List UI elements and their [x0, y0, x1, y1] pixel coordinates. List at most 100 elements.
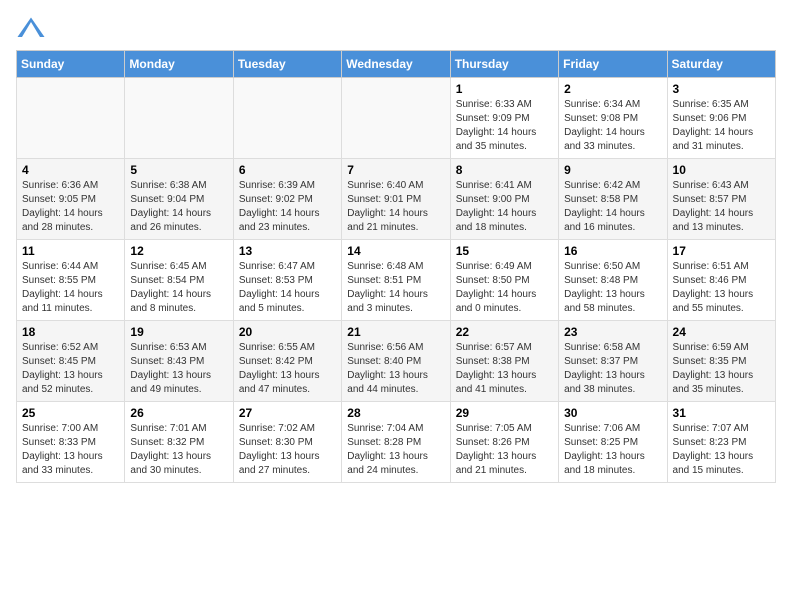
day-number: 30 — [564, 406, 661, 420]
calendar-cell: 17 Sunrise: 6:51 AM Sunset: 8:46 PM Dayli… — [667, 240, 775, 321]
day-number: 2 — [564, 82, 661, 96]
calendar-cell: 19Sunrise: 6:53 AM Sunset: 8:43 PM Dayli… — [125, 321, 233, 402]
day-info: Sunrise: 6:44 AM Sunset: 8:55 PM Dayligh… — [22, 260, 119, 316]
day-info: Sunrise: 6:36 AM Sunset: 9:05 PM Dayligh… — [22, 179, 119, 235]
day-number: 9 — [564, 163, 661, 177]
day-number: 27 — [239, 406, 336, 420]
day-info: Sunrise: 6:38 AM Sunset: 9:04 PM Dayligh… — [130, 179, 227, 235]
day-info: Sunrise: 6:47 AM Sunset: 8:53 PM Dayligh… — [239, 260, 336, 316]
day-number: 20 — [239, 325, 336, 339]
calendar-cell: 1 Sunrise: 6:33 AM Sunset: 9:09 PM Daylig… — [450, 78, 558, 159]
day-number: 15 — [456, 244, 553, 258]
day-number: 11 — [22, 244, 119, 258]
calendar-week-row: 18Sunrise: 6:52 AM Sunset: 8:45 PM Dayli… — [17, 321, 776, 402]
day-number: 1 — [456, 82, 553, 96]
day-header-saturday: Saturday — [667, 51, 775, 78]
day-header-tuesday: Tuesday — [233, 51, 341, 78]
day-info: Sunrise: 7:02 AM Sunset: 8:30 PM Dayligh… — [239, 422, 336, 478]
page-header — [16, 16, 776, 40]
day-number: 8 — [456, 163, 553, 177]
calendar-cell: 9 Sunrise: 6:42 AM Sunset: 8:58 PM Daylig… — [559, 159, 667, 240]
calendar-cell: 7 Sunrise: 6:40 AM Sunset: 9:01 PM Daylig… — [342, 159, 450, 240]
day-info: Sunrise: 6:57 AM Sunset: 8:38 PM Dayligh… — [456, 341, 553, 397]
day-number: 29 — [456, 406, 553, 420]
day-info: Sunrise: 6:53 AM Sunset: 8:43 PM Dayligh… — [130, 341, 227, 397]
calendar-cell: 12 Sunrise: 6:45 AM Sunset: 8:54 PM Dayli… — [125, 240, 233, 321]
day-info: Sunrise: 6:43 AM Sunset: 8:57 PM Dayligh… — [673, 179, 770, 235]
day-info: Sunrise: 6:59 AM Sunset: 8:35 PM Dayligh… — [673, 341, 770, 397]
day-number: 24 — [673, 325, 770, 339]
day-info: Sunrise: 7:07 AM Sunset: 8:23 PM Dayligh… — [673, 422, 770, 478]
day-info: Sunrise: 6:48 AM Sunset: 8:51 PM Dayligh… — [347, 260, 444, 316]
logo — [16, 16, 50, 40]
day-info: Sunrise: 7:05 AM Sunset: 8:26 PM Dayligh… — [456, 422, 553, 478]
day-info: Sunrise: 7:06 AM Sunset: 8:25 PM Dayligh… — [564, 422, 661, 478]
day-number: 17 — [673, 244, 770, 258]
day-info: Sunrise: 6:55 AM Sunset: 8:42 PM Dayligh… — [239, 341, 336, 397]
calendar-table: SundayMondayTuesdayWednesdayThursdayFrid… — [16, 50, 776, 483]
day-number: 31 — [673, 406, 770, 420]
day-info: Sunrise: 6:40 AM Sunset: 9:01 PM Dayligh… — [347, 179, 444, 235]
calendar-cell — [233, 78, 341, 159]
calendar-cell: 24 Sunrise: 6:59 AM Sunset: 8:35 PM Dayli… — [667, 321, 775, 402]
day-number: 14 — [347, 244, 444, 258]
calendar-cell: 29 Sunrise: 7:05 AM Sunset: 8:26 PM Dayli… — [450, 402, 558, 483]
calendar-cell: 2Sunrise: 6:34 AM Sunset: 9:08 PM Daylig… — [559, 78, 667, 159]
calendar-cell: 5 Sunrise: 6:38 AM Sunset: 9:04 PM Daylig… — [125, 159, 233, 240]
calendar-cell: 10 Sunrise: 6:43 AM Sunset: 8:57 PM Dayli… — [667, 159, 775, 240]
day-number: 21 — [347, 325, 444, 339]
calendar-cell: 30 Sunrise: 7:06 AM Sunset: 8:25 PM Dayli… — [559, 402, 667, 483]
day-header-friday: Friday — [559, 51, 667, 78]
day-number: 28 — [347, 406, 444, 420]
calendar-cell: 18Sunrise: 6:52 AM Sunset: 8:45 PM Dayli… — [17, 321, 125, 402]
logo-icon — [16, 16, 46, 40]
day-number: 6 — [239, 163, 336, 177]
day-info: Sunrise: 6:39 AM Sunset: 9:02 PM Dayligh… — [239, 179, 336, 235]
day-number: 5 — [130, 163, 227, 177]
calendar-cell: 11 Sunrise: 6:44 AM Sunset: 8:55 PM Dayli… — [17, 240, 125, 321]
calendar-cell: 31 Sunrise: 7:07 AM Sunset: 8:23 PM Dayli… — [667, 402, 775, 483]
day-number: 12 — [130, 244, 227, 258]
calendar-cell: 6 Sunrise: 6:39 AM Sunset: 9:02 PM Daylig… — [233, 159, 341, 240]
day-info: Sunrise: 6:49 AM Sunset: 8:50 PM Dayligh… — [456, 260, 553, 316]
calendar-cell: 20 Sunrise: 6:55 AM Sunset: 8:42 PM Dayli… — [233, 321, 341, 402]
day-number: 3 — [673, 82, 770, 96]
calendar-cell: 16 Sunrise: 6:50 AM Sunset: 8:48 PM Dayli… — [559, 240, 667, 321]
calendar-header-row: SundayMondayTuesdayWednesdayThursdayFrid… — [17, 51, 776, 78]
day-header-thursday: Thursday — [450, 51, 558, 78]
calendar-cell: 8 Sunrise: 6:41 AM Sunset: 9:00 PM Daylig… — [450, 159, 558, 240]
calendar-week-row: 25Sunrise: 7:00 AM Sunset: 8:33 PM Dayli… — [17, 402, 776, 483]
day-info: Sunrise: 6:56 AM Sunset: 8:40 PM Dayligh… — [347, 341, 444, 397]
day-info: Sunrise: 6:58 AM Sunset: 8:37 PM Dayligh… — [564, 341, 661, 397]
calendar-cell — [17, 78, 125, 159]
day-info: Sunrise: 6:35 AM Sunset: 9:06 PM Dayligh… — [673, 98, 770, 154]
day-header-wednesday: Wednesday — [342, 51, 450, 78]
calendar-cell: 23 Sunrise: 6:58 AM Sunset: 8:37 PM Dayli… — [559, 321, 667, 402]
calendar-cell: 27 Sunrise: 7:02 AM Sunset: 8:30 PM Dayli… — [233, 402, 341, 483]
calendar-cell: 25Sunrise: 7:00 AM Sunset: 8:33 PM Dayli… — [17, 402, 125, 483]
day-number: 10 — [673, 163, 770, 177]
calendar-cell: 14 Sunrise: 6:48 AM Sunset: 8:51 PM Dayli… — [342, 240, 450, 321]
day-number: 7 — [347, 163, 444, 177]
day-info: Sunrise: 6:45 AM Sunset: 8:54 PM Dayligh… — [130, 260, 227, 316]
day-info: Sunrise: 6:33 AM Sunset: 9:09 PM Dayligh… — [456, 98, 553, 154]
day-number: 23 — [564, 325, 661, 339]
calendar-cell — [125, 78, 233, 159]
day-number: 26 — [130, 406, 227, 420]
day-header-monday: Monday — [125, 51, 233, 78]
day-info: Sunrise: 6:41 AM Sunset: 9:00 PM Dayligh… — [456, 179, 553, 235]
day-number: 22 — [456, 325, 553, 339]
calendar-week-row: 4Sunrise: 6:36 AM Sunset: 9:05 PM Daylig… — [17, 159, 776, 240]
calendar-cell: 15 Sunrise: 6:49 AM Sunset: 8:50 PM Dayli… — [450, 240, 558, 321]
day-number: 16 — [564, 244, 661, 258]
day-info: Sunrise: 6:42 AM Sunset: 8:58 PM Dayligh… — [564, 179, 661, 235]
calendar-cell: 21 Sunrise: 6:56 AM Sunset: 8:40 PM Dayli… — [342, 321, 450, 402]
day-number: 18 — [22, 325, 119, 339]
day-info: Sunrise: 6:51 AM Sunset: 8:46 PM Dayligh… — [673, 260, 770, 316]
day-number: 25 — [22, 406, 119, 420]
calendar-cell: 26Sunrise: 7:01 AM Sunset: 8:32 PM Dayli… — [125, 402, 233, 483]
calendar-cell: 22 Sunrise: 6:57 AM Sunset: 8:38 PM Dayli… — [450, 321, 558, 402]
day-number: 13 — [239, 244, 336, 258]
day-header-sunday: Sunday — [17, 51, 125, 78]
day-info: Sunrise: 6:50 AM Sunset: 8:48 PM Dayligh… — [564, 260, 661, 316]
